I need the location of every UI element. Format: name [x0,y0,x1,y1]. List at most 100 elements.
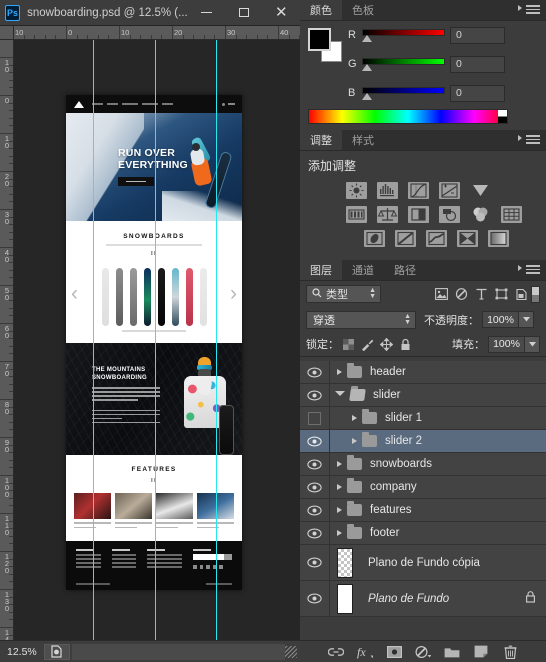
visibility-toggle[interactable] [300,499,330,521]
visibility-toggle[interactable] [300,384,330,406]
curves-icon[interactable] [408,182,429,199]
layer-row-features[interactable]: features [300,499,546,522]
tab-adjustments[interactable]: 调整 [300,129,342,150]
blend-mode-dropdown[interactable]: 穿透 ▲ ▼ [306,310,416,329]
layer-list[interactable]: header slider slider 1 slider 2 snowboar… [300,361,546,640]
fill-dropdown-arrow[interactable] [525,335,540,353]
layer-row-slider-2[interactable]: slider 2 [300,430,546,453]
lock-position-icon[interactable] [377,335,396,353]
channel-value-b[interactable]: 0 [450,84,505,102]
visibility-toggle[interactable] [300,581,330,616]
minimize-button[interactable] [187,0,226,25]
add-layer-mask-icon[interactable] [386,644,402,660]
adjustment-layer-filter-icon[interactable] [451,285,471,303]
new-group-icon[interactable] [444,644,460,660]
tab-channels[interactable]: 通道 [342,259,384,280]
resize-grip-icon[interactable] [285,645,297,658]
fill-value[interactable]: 100% [488,335,525,353]
posterize-icon[interactable] [395,230,416,247]
lock-transparency-icon[interactable] [339,335,358,353]
vertical-guide[interactable] [155,40,156,640]
visibility-toggle[interactable] [300,430,330,452]
layer-row-plano-de-fundo-copia[interactable]: Plano de Fundo cópia [300,545,546,581]
shape-layer-filter-icon[interactable] [491,285,511,303]
vertical-guide[interactable] [216,40,217,640]
foreground-color-swatch[interactable] [308,28,331,51]
layer-row-footer[interactable]: footer [300,522,546,545]
tab-color[interactable]: 颜色 [300,0,342,20]
levels-icon[interactable] [377,182,398,199]
vertical-guide[interactable] [93,40,94,640]
invert-icon[interactable] [364,230,385,247]
chevron-updown-icon: ▲ ▼ [369,287,376,300]
tab-styles[interactable]: 样式 [342,129,384,150]
color-spectrum-ramp[interactable] [308,109,508,124]
black-white-swatch[interactable] [498,110,507,123]
close-button[interactable]: ✕ [262,0,300,25]
slider-r[interactable] [362,26,445,44]
document-thumbnail-icon[interactable] [43,643,70,660]
expand-triangle-icon[interactable] [337,507,342,513]
visibility-toggle[interactable] [300,407,330,429]
layer-filter-kind-dropdown[interactable]: 类型 ▲ ▼ [306,285,381,303]
brightness-contrast-icon[interactable] [346,182,367,199]
tab-paths[interactable]: 路径 [384,259,426,280]
selective-color-icon[interactable] [488,230,509,247]
delete-layer-icon[interactable] [502,644,518,660]
horizontal-ruler[interactable]: 1001020304050 [14,26,300,40]
lock-all-icon[interactable] [396,335,415,353]
new-adjustment-layer-icon[interactable] [415,644,431,660]
channel-value-r[interactable]: 0 [450,26,505,44]
filter-toggle-switch[interactable] [531,285,540,303]
channel-mixer-icon[interactable] [470,206,491,223]
slider-b[interactable] [362,84,445,102]
type-layer-filter-icon[interactable] [471,285,491,303]
vibrance-icon[interactable] [470,182,491,199]
zoom-level[interactable]: 12.5% [0,646,44,658]
black-white-icon[interactable] [408,206,429,223]
expand-triangle-icon[interactable] [337,484,342,490]
panel-menu-icon[interactable] [518,135,540,146]
slider-g[interactable] [362,55,445,73]
canvas-area[interactable]: RUN OVER EVERYTHING SNOWBOARDS ‹ › THE M… [14,40,300,640]
expand-triangle-icon[interactable] [337,369,342,375]
layer-row-snowboards[interactable]: snowboards [300,453,546,476]
opacity-value[interactable]: 100% [482,311,519,328]
layer-row-company[interactable]: company [300,476,546,499]
layer-row-plano-de-fundo[interactable]: Plano de Fundo [300,581,546,617]
new-layer-icon[interactable] [473,644,489,660]
lock-image-icon[interactable] [358,335,377,353]
expand-triangle-icon[interactable] [337,461,342,467]
color-balance-icon[interactable] [377,206,398,223]
maximize-button[interactable] [225,0,263,25]
tab-swatches[interactable]: 色板 [342,0,384,20]
link-layers-icon[interactable] [328,644,344,660]
hue-saturation-icon[interactable] [346,206,367,223]
gradient-map-icon[interactable] [457,230,478,247]
expand-triangle-icon[interactable] [352,438,357,444]
exposure-icon[interactable] [439,182,460,199]
layer-row-header[interactable]: header [300,361,546,384]
layer-row-slider[interactable]: slider [300,384,546,407]
add-layer-style-icon[interactable]: fx [357,644,373,660]
channel-value-g[interactable]: 0 [450,55,505,73]
pixel-layer-filter-icon[interactable] [431,285,451,303]
color-lookup-icon[interactable] [501,206,522,223]
visibility-toggle[interactable] [300,361,330,383]
visibility-toggle[interactable] [300,476,330,498]
collapse-triangle-icon[interactable] [335,391,345,399]
opacity-dropdown-arrow[interactable] [519,311,534,328]
vertical-ruler[interactable]: 100102030405060708090100110120130140150 [0,40,14,640]
expand-triangle-icon[interactable] [352,415,357,421]
panel-menu-icon[interactable] [518,5,540,16]
photo-filter-icon[interactable] [439,206,460,223]
expand-triangle-icon[interactable] [337,530,342,536]
threshold-icon[interactable] [426,230,447,247]
visibility-toggle[interactable] [300,522,330,544]
panel-menu-icon[interactable] [518,265,540,276]
smart-object-filter-icon[interactable] [511,285,531,303]
tab-layers[interactable]: 图层 [300,259,342,280]
visibility-toggle[interactable] [300,545,330,580]
layer-row-slider-1[interactable]: slider 1 [300,407,546,430]
visibility-toggle[interactable] [300,453,330,475]
